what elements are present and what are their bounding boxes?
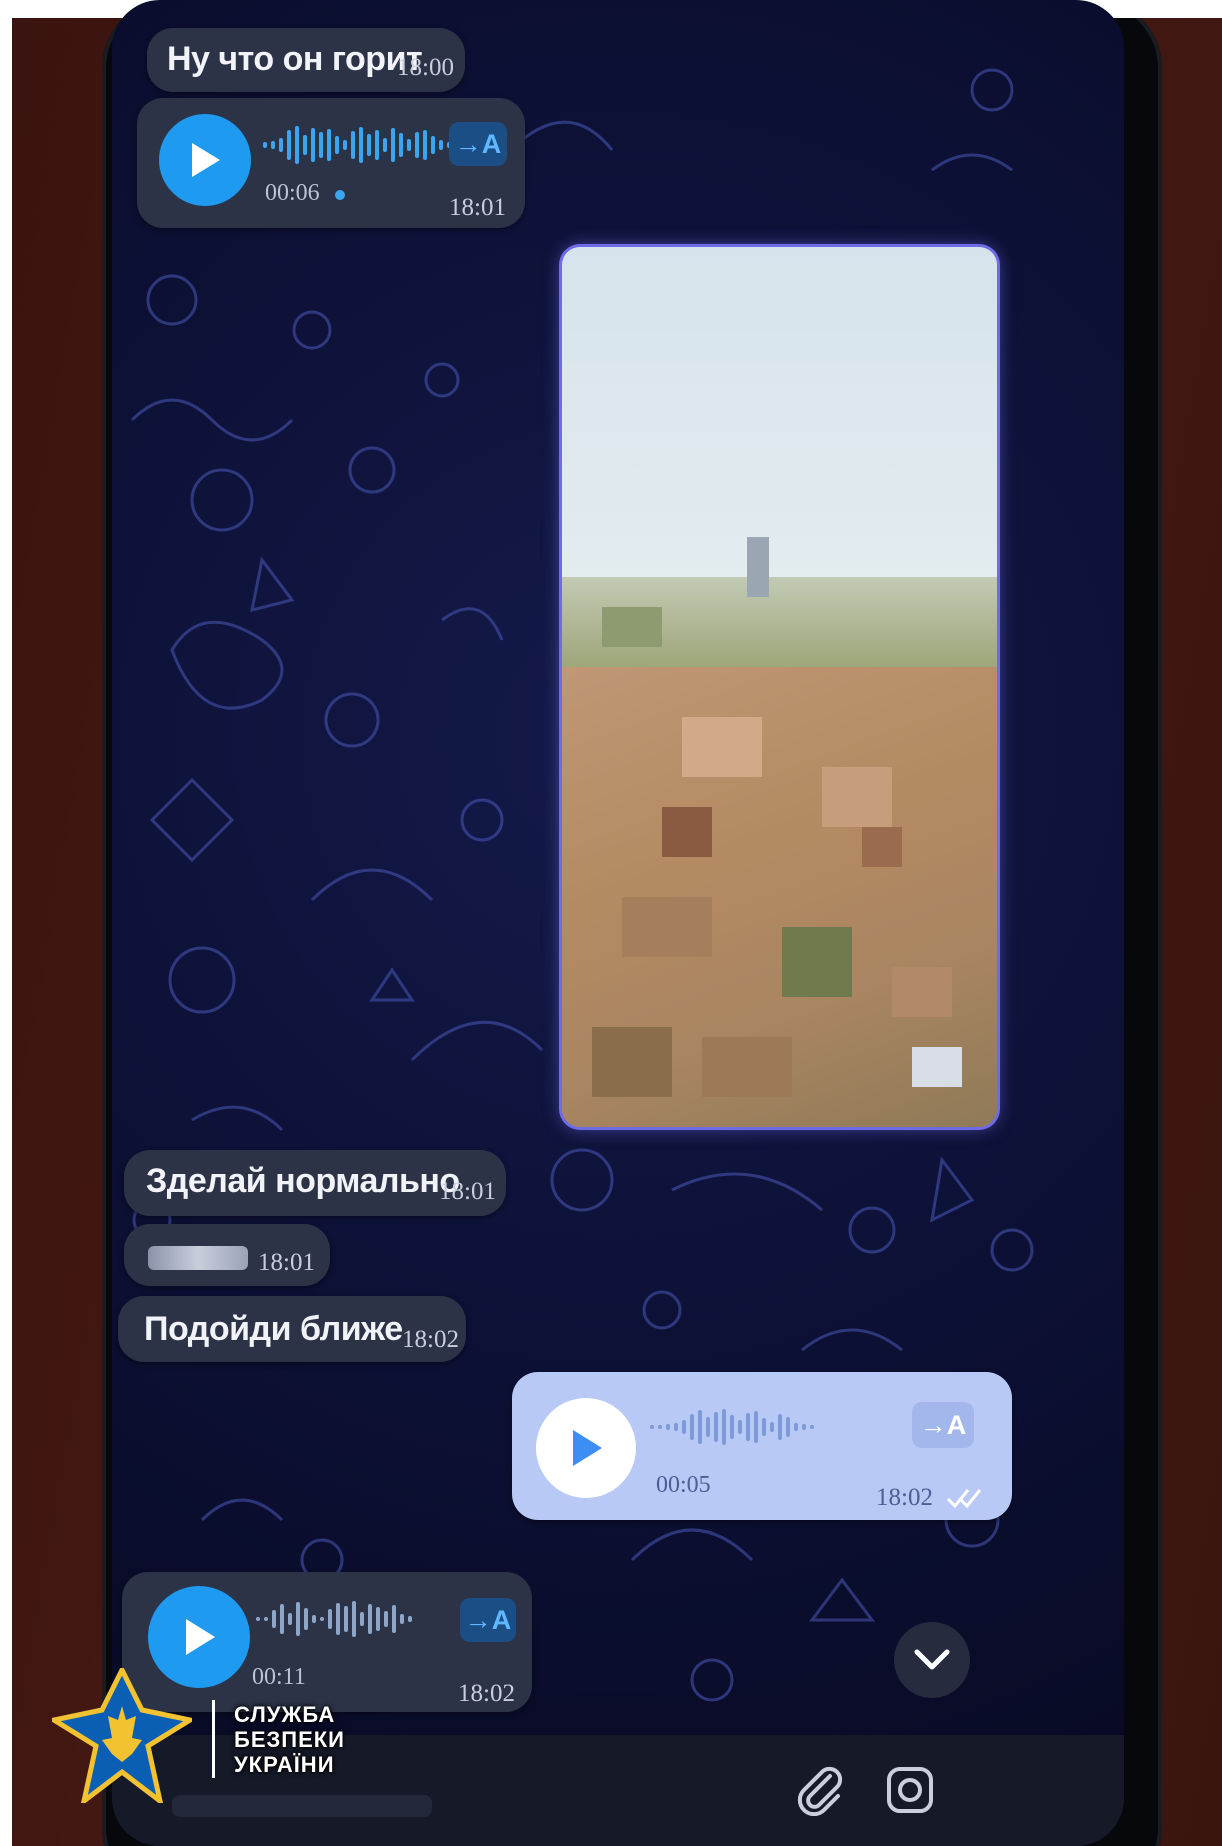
logo-divider <box>212 1700 215 1778</box>
photo-pixel-block <box>892 967 952 1017</box>
message-bubble-incoming[interactable]: Подойди ближе 18:02 <box>118 1296 466 1362</box>
sbu-watermark-logo: СЛУЖБА БЕЗПЕКИ УКРАЇНИ <box>52 1668 372 1803</box>
redacted-text <box>148 1246 248 1270</box>
play-icon <box>573 1430 602 1466</box>
voice-waveform[interactable] <box>650 1402 814 1452</box>
chevron-down-icon <box>914 1649 950 1670</box>
message-time: 18:01 <box>258 1249 315 1276</box>
message-time: 18:02 <box>458 1680 515 1707</box>
photo-pixel-block <box>602 607 662 647</box>
logo-text-line: СЛУЖБА <box>234 1702 336 1727</box>
message-time: 18:01 <box>449 194 506 221</box>
voice-duration: 00:06 <box>265 180 320 206</box>
photo-pixel-block <box>662 807 712 857</box>
photo-pixel-block <box>912 1047 962 1087</box>
paperclip-icon <box>797 1766 843 1816</box>
camera-icon <box>887 1767 933 1813</box>
photo-pixel-block <box>622 897 712 957</box>
transcribe-button[interactable]: →A <box>912 1402 974 1448</box>
play-icon <box>192 143 220 177</box>
message-text: Ну что он горит <box>167 40 423 78</box>
transcribe-button[interactable]: →A <box>449 122 507 166</box>
message-bubble-incoming[interactable]: Ну что он горит 18:00 <box>147 28 465 92</box>
attach-button[interactable] <box>792 1762 848 1818</box>
photo-pixel-block <box>862 827 902 867</box>
double-check-icon <box>946 1489 982 1509</box>
play-icon <box>186 1619 215 1655</box>
voice-waveform[interactable] <box>263 120 451 170</box>
voice-message-outgoing[interactable]: →A 00:05 18:02 <box>512 1372 1012 1520</box>
photo-pixel-block <box>822 767 892 827</box>
logo-text-line: БЕЗПЕКИ <box>234 1727 345 1752</box>
play-button[interactable] <box>159 114 251 206</box>
transcribe-button[interactable]: →A <box>460 1598 516 1642</box>
camera-button[interactable] <box>882 1762 938 1818</box>
play-button[interactable] <box>536 1398 636 1498</box>
photo-message[interactable] <box>562 247 997 1127</box>
message-time: 18:02 <box>876 1484 933 1511</box>
message-time: 18:01 <box>439 1178 496 1205</box>
message-time: 18:02 <box>402 1326 459 1353</box>
sbu-emblem-icon <box>52 1668 192 1803</box>
voice-duration: 00:05 <box>656 1472 711 1498</box>
photo-pixel-block <box>702 1037 792 1097</box>
photo-pixel-block <box>592 1027 672 1097</box>
message-bubble-incoming[interactable]: Зделай нормально 18:01 <box>124 1150 506 1216</box>
photo-sky <box>562 247 997 577</box>
logo-text: СЛУЖБА БЕЗПЕКИ УКРАЇНИ <box>234 1702 345 1777</box>
photo-pixel-block <box>747 537 769 597</box>
unplayed-dot <box>335 190 345 200</box>
chat-screen: Ну что он горит 18:00 →A 00:06 18:01 Зде… <box>112 0 1124 1846</box>
voice-waveform[interactable] <box>256 1594 412 1644</box>
message-time: 18:00 <box>397 54 454 81</box>
message-bubble-incoming[interactable]: 18:01 <box>124 1224 330 1286</box>
photo-pixel-block <box>782 927 852 997</box>
logo-text-line: УКРАЇНИ <box>234 1752 335 1777</box>
message-text: Подойди ближе <box>144 1310 403 1348</box>
photo-pixel-block <box>682 717 762 777</box>
voice-message-incoming[interactable]: →A 00:06 18:01 <box>137 98 525 228</box>
message-text: Зделай нормально <box>146 1162 460 1200</box>
scroll-down-button[interactable] <box>894 1622 970 1698</box>
